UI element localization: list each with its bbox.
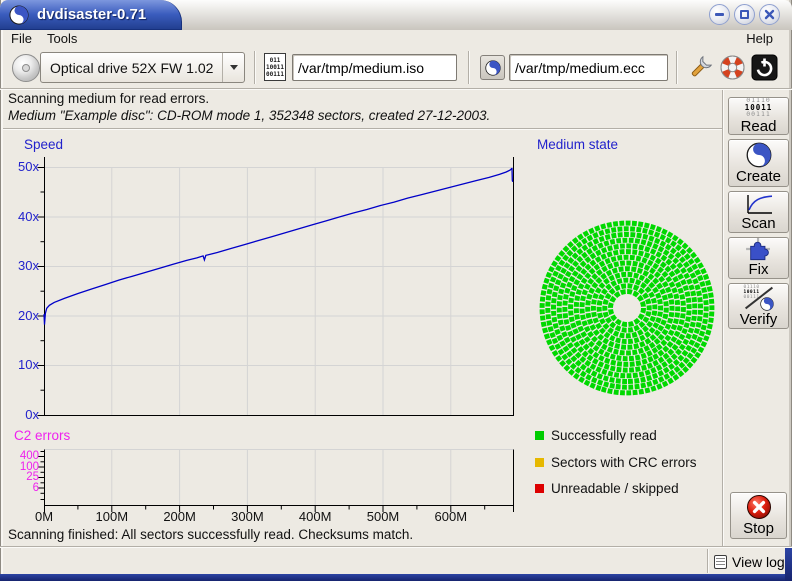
- binary-icon: 01110 10011 00111: [745, 97, 773, 118]
- yinyang-icon: [746, 142, 772, 168]
- log-list-icon: [714, 555, 727, 569]
- separator: [3, 128, 722, 130]
- maximize-icon: [740, 10, 749, 19]
- menu-help[interactable]: Help: [742, 30, 777, 47]
- speed-curve: [44, 169, 513, 325]
- stop-button[interactable]: Stop: [730, 492, 787, 539]
- toolbar: Optical drive 52X FW 1.02 011 10011 0011…: [3, 47, 789, 88]
- scan-chart-icon: [744, 193, 774, 215]
- help-lifebuoy-icon[interactable]: [719, 54, 746, 81]
- legend-item: Successfully read: [535, 427, 697, 444]
- c2-ytick: 6: [8, 483, 39, 494]
- legend-item: Sectors with CRC errors: [535, 454, 697, 471]
- app-window: dvdisaster-0.71 File Tools Help Optical …: [0, 0, 792, 581]
- xtick: 500M: [361, 509, 405, 524]
- app-yinyang-icon: [9, 5, 29, 25]
- menu-file[interactable]: File: [7, 30, 36, 47]
- medium-state-legend: Successfully read Sectors with CRC error…: [535, 427, 697, 507]
- minimize-icon: [715, 13, 724, 16]
- create-button[interactable]: Create: [728, 139, 789, 187]
- status-line-2: Medium "Example disc": CD-ROM mode 1, 35…: [8, 108, 490, 123]
- view-log-button[interactable]: View log: [714, 550, 785, 574]
- legend-swatch-yellow: [535, 458, 544, 467]
- speed-ytick: 50x: [8, 160, 39, 174]
- quit-power-icon[interactable]: [751, 54, 778, 81]
- separator: [0, 88, 792, 90]
- status-line-1: Scanning medium for read errors.: [8, 91, 209, 106]
- chart-axes: [38, 157, 515, 512]
- stop-icon: [746, 494, 772, 520]
- titlebar[interactable]: dvdisaster-0.71: [0, 0, 792, 30]
- iso-path-input[interactable]: [292, 54, 457, 81]
- preferences-wrench-icon[interactable]: [687, 54, 714, 81]
- legend-swatch-red: [535, 484, 544, 493]
- xtick: 0M: [22, 509, 66, 524]
- xtick: 400M: [293, 509, 337, 524]
- window-title: dvdisaster-0.71: [37, 6, 146, 23]
- verify-button[interactable]: 01110 10011 00111 Verify: [728, 283, 789, 329]
- legend-item: Unreadable / skipped: [535, 480, 697, 497]
- speed-ytick: 0x: [8, 408, 39, 422]
- toolbar-separator: [254, 51, 256, 84]
- window-corner-border[interactable]: [785, 548, 792, 581]
- fix-button[interactable]: Fix: [728, 237, 789, 279]
- dropdown-arrow-icon[interactable]: [222, 53, 244, 82]
- speed-ytick: 20x: [8, 309, 39, 323]
- sidebar-separator: [722, 90, 724, 546]
- read-button[interactable]: 01110 10011 00111 Read: [728, 97, 789, 135]
- toolbar-separator: [676, 51, 678, 84]
- close-button[interactable]: [759, 4, 780, 25]
- medium-state-title: Medium state: [537, 137, 618, 152]
- ecc-path-input[interactable]: [509, 54, 668, 81]
- speed-ytick: 10x: [8, 358, 39, 372]
- maximize-button[interactable]: [734, 4, 755, 25]
- ecc-file-icon: [480, 55, 505, 80]
- separator: [0, 546, 792, 548]
- titlebar-tab: dvdisaster-0.71: [0, 0, 182, 30]
- ecc-yinyang-icon: [485, 60, 501, 76]
- menubar: File Tools Help: [3, 30, 789, 47]
- xtick: 100M: [90, 509, 134, 524]
- menu-tools[interactable]: Tools: [43, 30, 81, 47]
- verify-icon: 01110 10011 00111: [744, 285, 774, 311]
- puzzle-piece-icon: [745, 238, 772, 261]
- speed-chart-title: Speed: [24, 137, 63, 152]
- cd-hole: [22, 64, 30, 72]
- footer-separator: [707, 549, 709, 573]
- window-bottom-border: [0, 574, 792, 581]
- legend-swatch-green: [535, 431, 544, 440]
- drive-cd-icon: [12, 54, 40, 82]
- toolbar-separator: [468, 51, 470, 84]
- minimize-button[interactable]: [709, 4, 730, 25]
- xtick: 300M: [225, 509, 269, 524]
- xtick: 200M: [158, 509, 202, 524]
- drive-selector-value: Optical drive 52X FW 1.02: [41, 60, 222, 76]
- medium-state-disc: [520, 201, 734, 415]
- drive-selector[interactable]: Optical drive 52X FW 1.02: [40, 52, 245, 83]
- bottom-status: Scanning finished: All sectors successfu…: [8, 527, 413, 542]
- grid-lines: [45, 168, 514, 506]
- c2-chart-title: C2 errors: [14, 428, 70, 443]
- yinyang-icon: [760, 297, 774, 311]
- scan-button[interactable]: Scan: [728, 191, 789, 233]
- speed-ytick: 30x: [8, 259, 39, 273]
- iso-file-icon: 011 10011 00111: [264, 53, 286, 81]
- close-icon: [764, 9, 775, 20]
- speed-ytick: 40x: [8, 210, 39, 224]
- xtick: 600M: [429, 509, 473, 524]
